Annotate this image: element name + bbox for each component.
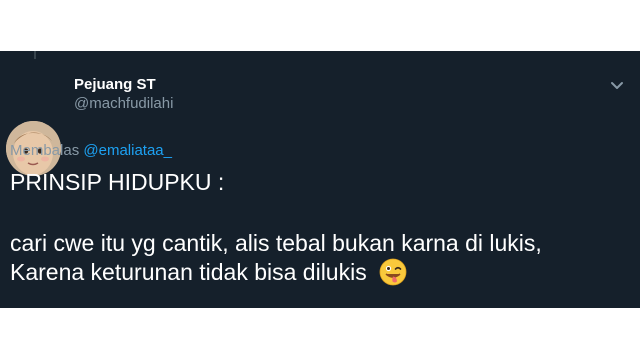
tweet-text-line-1: PRINSIP HIDUPKU : [10,169,225,195]
reply-mention-link[interactable]: @emaliataa_ [83,142,172,159]
winking-face-with-tongue-icon [379,258,407,286]
tweet-card[interactable]: Pejuang ST @machfudilahi Membalas @emali… [0,51,640,308]
reply-prefix: Membalas [10,142,80,159]
screenshot-frame: Pejuang ST @machfudilahi Membalas @emali… [0,0,640,360]
tweet-text-line-3-text: Karena keturunan tidak bisa dilukis [10,259,367,285]
thread-connector-line [34,51,36,59]
author-display-name[interactable]: Pejuang ST [74,76,173,94]
tweet-text-line-2: cari cwe itu yg cantik, alis tebal bukan… [10,230,542,256]
tweet-author[interactable]: Pejuang ST @machfudilahi [74,76,173,113]
chevron-down-icon[interactable] [608,76,626,94]
author-handle[interactable]: @machfudilahi [74,95,173,113]
reply-context: Membalas @emaliataa_ [10,142,172,160]
tweet-text-line-3: Karena keturunan tidak bisa dilukis [10,258,407,286]
